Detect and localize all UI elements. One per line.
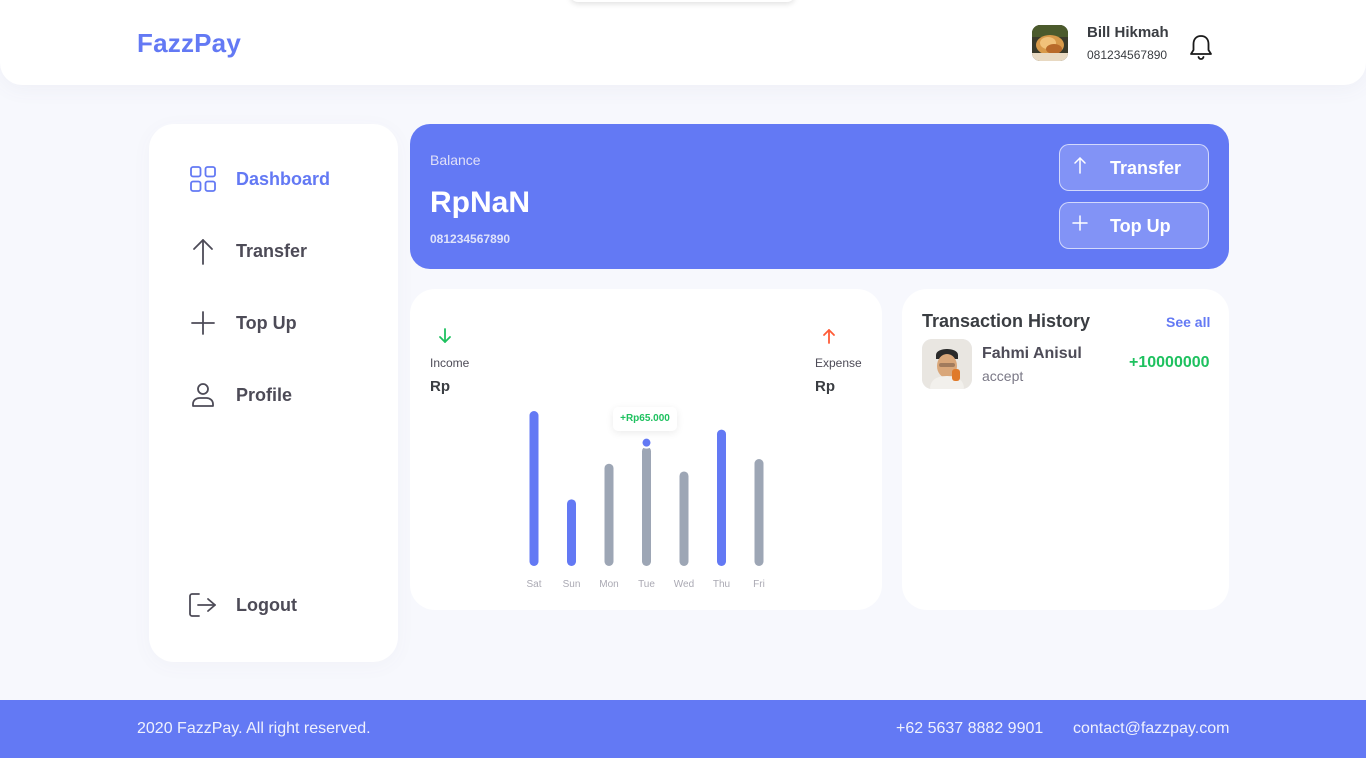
arrow-up-icon [188, 236, 218, 266]
chart-bar-fri[interactable] [754, 459, 764, 566]
chart-tick-label: Sun [563, 579, 581, 590]
balance-amount: RpNaN [430, 186, 531, 219]
chart-bar-thu[interactable] [717, 429, 726, 566]
chart-bar-sun[interactable] [567, 499, 576, 566]
transfer-button[interactable]: Transfer [1059, 144, 1209, 191]
sidebar-item-label: Top Up [236, 312, 297, 333]
chart-tick-label: Fri [753, 579, 765, 590]
chart-tick-label: Wed [674, 579, 694, 590]
copyright-text: 2020 FazzPay. All right reserved. [137, 720, 371, 737]
header-tab-decoration [570, 0, 795, 2]
logout-icon [188, 590, 218, 620]
balance-card: Balance RpNaN 081234567890 Transfer Top … [410, 124, 1229, 269]
income-expense-card: Income Rp Expense Rp Sat Sun Mon Tue Wed Thu F… [410, 289, 882, 610]
chart-tick-label: Tue [638, 579, 655, 590]
chart-bar-sat[interactable] [529, 411, 539, 566]
grid-icon [188, 164, 218, 194]
notification-bell-icon[interactable] [1188, 33, 1214, 61]
chart-tick-label: Mon [599, 579, 618, 590]
sidebar-item-topup[interactable]: Top Up [188, 308, 297, 338]
footer-phone: +62 5637 8882 9901 [896, 720, 1044, 737]
sidebar: Dashboard Transfer Top Up Profile Logout [149, 124, 398, 662]
plus-icon [188, 308, 218, 338]
transfer-button-label: Transfer [1110, 158, 1182, 178]
chart-selected-dot [640, 436, 653, 449]
chart-tick-label: Sat [526, 579, 541, 590]
weekly-bar-chart: Sat Sun Mon Tue Wed Thu Fri [526, 411, 765, 590]
footer-email[interactable]: contact@fazzpay.com [1073, 720, 1229, 738]
sidebar-item-transfer[interactable]: Transfer [188, 236, 307, 266]
arrow-up-icon [1072, 156, 1088, 174]
sidebar-item-dashboard[interactable]: Dashboard [188, 164, 330, 194]
balance-phone: 081234567890 [430, 232, 511, 246]
sidebar-item-label: Profile [236, 384, 293, 405]
sidebar-item-label: Dashboard [236, 168, 331, 189]
app-logo[interactable]: FazzPay [137, 28, 241, 59]
logout-label: Logout [236, 594, 297, 615]
top-header: FazzPay Bill Hikmah 081234567890 [0, 0, 1366, 85]
see-all-link[interactable]: See all [1166, 314, 1210, 330]
sidebar-item-logout[interactable]: Logout [188, 590, 297, 620]
transaction-amount: +10000000 [1129, 354, 1210, 371]
chart-bar-wed[interactable] [679, 471, 689, 566]
topup-button[interactable]: Top Up [1059, 202, 1209, 249]
chart-tooltip: +Rp65.000 [613, 407, 677, 431]
chart-bar-mon[interactable] [604, 463, 614, 566]
user-avatar[interactable] [1032, 25, 1068, 61]
history-title: Transaction History [922, 311, 1091, 331]
topup-button-label: Top Up [1110, 216, 1171, 236]
transaction-history-card: Transaction History See all Fahmi Anisul… [902, 289, 1229, 610]
balance-label: Balance [430, 152, 481, 168]
user-icon [188, 380, 218, 410]
user-phone: 081234567890 [1087, 48, 1168, 62]
plus-icon [1072, 214, 1088, 232]
chart-bar-tue[interactable] [642, 446, 651, 566]
sidebar-item-profile[interactable]: Profile [188, 380, 292, 410]
transaction-name: Fahmi Anisul [982, 345, 1082, 362]
chart-tick-label: Thu [713, 579, 730, 590]
sidebar-item-label: Transfer [236, 240, 308, 261]
transaction-status: accept [982, 368, 1024, 384]
footer: 2020 FazzPay. All right reserved. +62 56… [0, 700, 1366, 758]
avatar [922, 339, 972, 389]
user-name: Bill Hikmah [1087, 24, 1169, 41]
